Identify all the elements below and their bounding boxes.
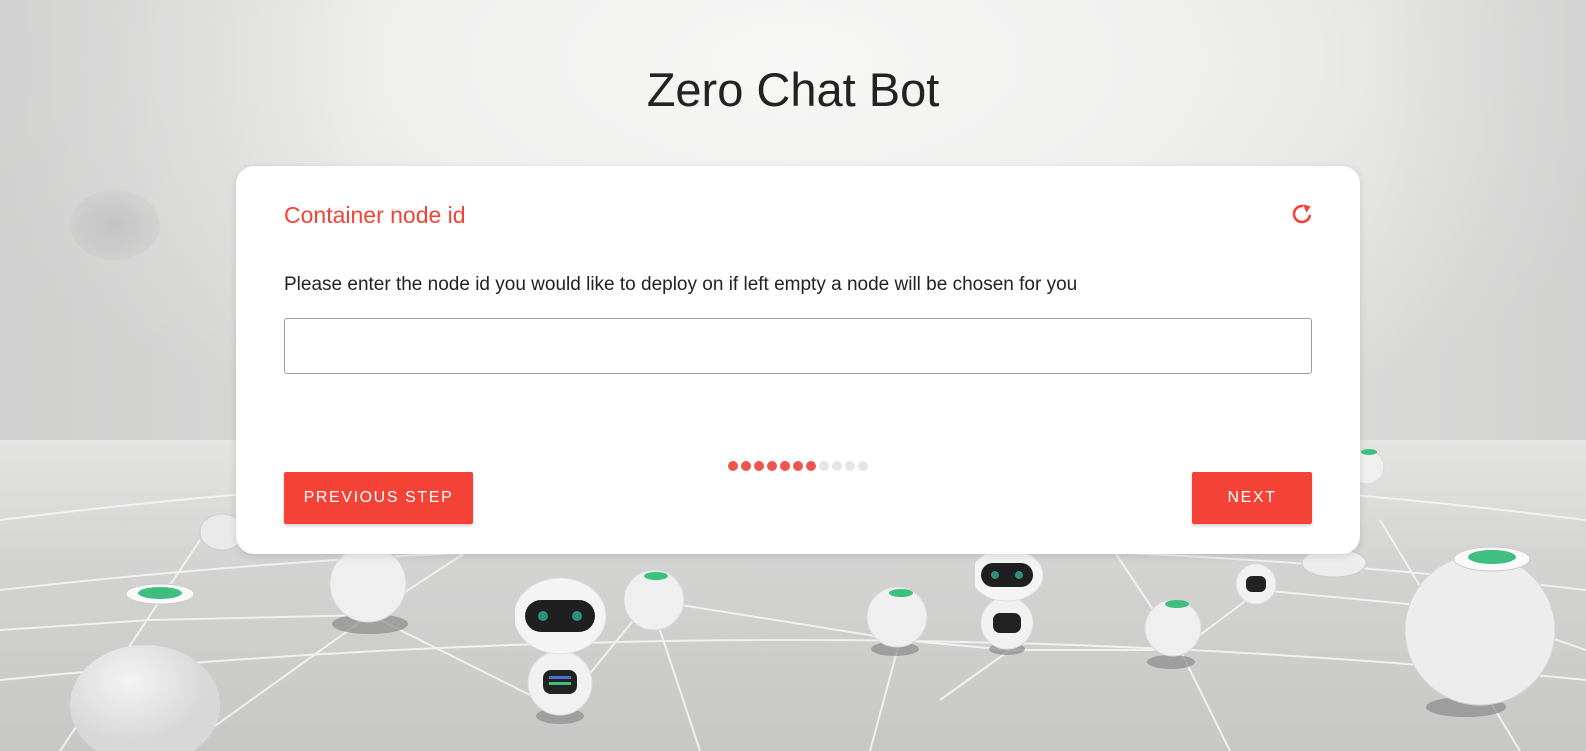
face-robot-center — [975, 553, 1044, 655]
progress-dot-pending — [832, 461, 842, 471]
next-button[interactable]: Next — [1192, 472, 1312, 524]
step-title: Container node id — [284, 202, 466, 228]
orb-robot-small — [329, 548, 408, 634]
step-description: Please enter the node id you would like … — [284, 274, 1078, 295]
progress-dot-complete — [767, 461, 777, 471]
face-robot-left — [515, 578, 607, 724]
progress-dot-complete — [754, 461, 764, 471]
previous-step-button[interactable]: Previous step — [284, 472, 473, 524]
page-title: Zero Chat Bot — [646, 63, 940, 116]
orb-robot-small — [623, 570, 685, 631]
node-id-input[interactable] — [284, 318, 1312, 374]
step-card: Container node id Please enter the node … — [236, 166, 1360, 554]
orb-robot-large-left — [70, 583, 220, 751]
orb-robot-small — [1144, 599, 1202, 669]
progress-dot-complete — [728, 461, 738, 471]
orb-robot-large-right — [1404, 546, 1556, 717]
progress-dot-complete — [741, 461, 751, 471]
refresh-icon[interactable] — [1290, 202, 1314, 226]
progress-dot-complete — [806, 461, 816, 471]
progress-dot-pending — [845, 461, 855, 471]
background-blur — [70, 190, 160, 260]
progress-dot-complete — [793, 461, 803, 471]
orb-robot-small — [866, 586, 928, 656]
progress-dot-pending — [819, 461, 829, 471]
face-robot-right — [1235, 563, 1277, 605]
progress-indicator — [728, 461, 868, 471]
progress-dot-complete — [780, 461, 790, 471]
progress-dot-pending — [858, 461, 868, 471]
